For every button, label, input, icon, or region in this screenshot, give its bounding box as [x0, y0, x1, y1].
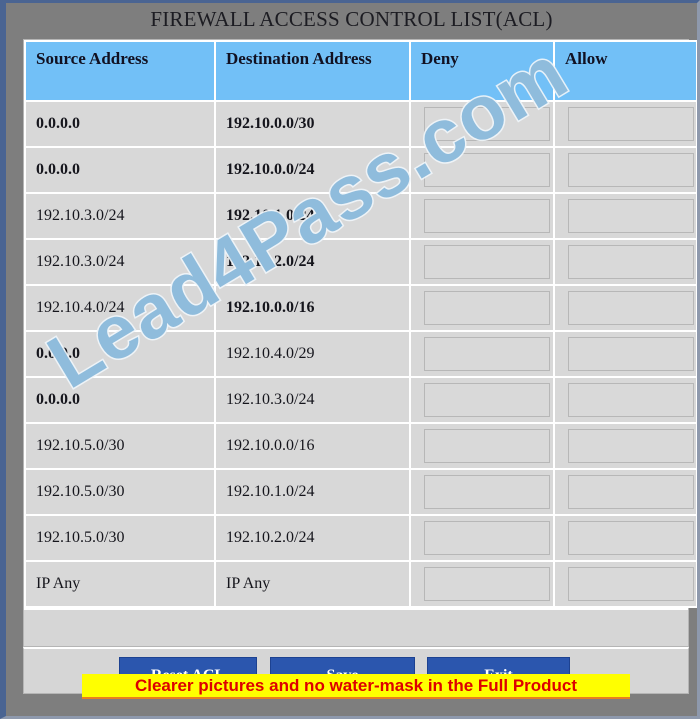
cell-allow — [555, 148, 696, 192]
allow-drop-slot[interactable] — [567, 291, 694, 325]
table-row: 192.10.3.0/24 192.10.1.0/24 — [26, 194, 696, 238]
allow-drop-slot[interactable] — [567, 245, 694, 279]
cell-source-address: 192.10.4.0/24 — [26, 286, 214, 330]
deny-drop-slot[interactable] — [424, 107, 550, 141]
cell-deny — [411, 240, 553, 284]
deny-drop-slot[interactable] — [424, 429, 550, 463]
cell-destination-address: 192.10.0.0/30 — [216, 102, 409, 146]
cell-destination-address: 192.10.3.0/24 — [216, 378, 409, 422]
cell-source-address: 192.10.3.0/24 — [26, 194, 214, 238]
cell-allow — [555, 378, 696, 422]
table-row: IP Any IP Any — [26, 562, 696, 606]
cell-source-address: 192.10.5.0/30 — [26, 470, 214, 514]
deny-drop-slot[interactable] — [424, 475, 550, 509]
deny-drop-slot[interactable] — [424, 199, 550, 233]
cell-destination-address: 192.10.0.0/16 — [216, 286, 409, 330]
cell-deny — [411, 470, 553, 514]
cell-allow — [555, 194, 696, 238]
cell-source-address: 192.10.3.0/24 — [26, 240, 214, 284]
cell-destination-address: 192.10.2.0/24 — [216, 240, 409, 284]
cell-deny — [411, 424, 553, 468]
allow-drop-slot[interactable] — [567, 337, 694, 371]
cell-destination-address: 192.10.0.0/24 — [216, 148, 409, 192]
cell-allow — [555, 516, 696, 560]
cell-deny — [411, 516, 553, 560]
table-header-row: Source Address Destination Address Deny … — [26, 42, 696, 100]
deny-drop-slot[interactable] — [424, 291, 550, 325]
column-header-allow[interactable]: Allow — [555, 42, 696, 100]
cell-source-address: 0.0.0.0 — [26, 378, 214, 422]
deny-drop-slot[interactable] — [424, 245, 550, 279]
table-row: 192.10.5.0/30 192.10.2.0/24 — [26, 516, 696, 560]
deny-drop-slot[interactable] — [424, 521, 550, 555]
allow-drop-slot[interactable] — [567, 521, 694, 555]
table-row: 0.0.0.0 192.10.4.0/29 — [26, 332, 696, 376]
cell-source-address: 0.0.0.0 — [26, 102, 214, 146]
cell-allow — [555, 332, 696, 376]
allow-drop-slot[interactable] — [567, 475, 694, 509]
cell-destination-address: IP Any — [216, 562, 409, 606]
table-row: 0.0.0.0 192.10.0.0/30 — [26, 102, 696, 146]
cell-source-address: 0.0.0.0 — [26, 332, 214, 376]
cell-allow — [555, 286, 696, 330]
table-row: 192.10.3.0/24 192.10.2.0/24 — [26, 240, 696, 284]
cell-deny — [411, 332, 553, 376]
cell-destination-address: 192.10.1.0/24 — [216, 470, 409, 514]
cell-source-address: IP Any — [26, 562, 214, 606]
cell-deny — [411, 194, 553, 238]
table-row: 0.0.0.0 192.10.0.0/24 — [26, 148, 696, 192]
cell-deny — [411, 286, 553, 330]
cell-deny — [411, 102, 553, 146]
table-row: 192.10.5.0/30 192.10.1.0/24 — [26, 470, 696, 514]
allow-drop-slot[interactable] — [567, 153, 694, 187]
deny-drop-slot[interactable] — [424, 153, 550, 187]
acl-table: Source Address Destination Address Deny … — [24, 40, 697, 608]
table-row: 192.10.4.0/24 192.10.0.0/16 — [26, 286, 696, 330]
table-bottom-spacer — [24, 608, 688, 646]
cell-allow — [555, 562, 696, 606]
cell-deny — [411, 562, 553, 606]
cell-allow — [555, 240, 696, 284]
acl-application-window: FIREWALL ACCESS CONTROL LIST(ACL) Source… — [0, 0, 700, 719]
allow-drop-slot[interactable] — [567, 383, 694, 417]
cell-allow — [555, 470, 696, 514]
column-header-source-address[interactable]: Source Address — [26, 42, 214, 100]
cell-allow — [555, 102, 696, 146]
cell-allow — [555, 424, 696, 468]
cell-deny — [411, 148, 553, 192]
allow-drop-slot[interactable] — [567, 567, 694, 601]
allow-drop-slot[interactable] — [567, 107, 694, 141]
cell-source-address: 192.10.5.0/30 — [26, 424, 214, 468]
allow-drop-slot[interactable] — [567, 199, 694, 233]
allow-drop-slot[interactable] — [567, 429, 694, 463]
cell-destination-address: 192.10.0.0/16 — [216, 424, 409, 468]
column-header-deny[interactable]: Deny — [411, 42, 553, 100]
cell-destination-address: 192.10.1.0/24 — [216, 194, 409, 238]
cell-source-address: 192.10.5.0/30 — [26, 516, 214, 560]
cell-destination-address: 192.10.4.0/29 — [216, 332, 409, 376]
table-row: 192.10.5.0/30 192.10.0.0/16 — [26, 424, 696, 468]
table-row: 0.0.0.0 192.10.3.0/24 — [26, 378, 696, 422]
acl-table-body: 0.0.0.0 192.10.0.0/30 0.0.0.0 192.10.0.0/24… — [26, 102, 696, 606]
column-header-destination-address[interactable]: Destination Address — [216, 42, 409, 100]
cell-source-address: 0.0.0.0 — [26, 148, 214, 192]
deny-drop-slot[interactable] — [424, 337, 550, 371]
promo-banner: Clearer pictures and no water-mask in th… — [82, 674, 630, 699]
acl-table-panel: Source Address Destination Address Deny … — [23, 39, 697, 647]
cell-destination-address: 192.10.2.0/24 — [216, 516, 409, 560]
deny-drop-slot[interactable] — [424, 383, 550, 417]
deny-drop-slot[interactable] — [424, 567, 550, 601]
page-title: FIREWALL ACCESS CONTROL LIST(ACL) — [150, 7, 553, 31]
application-frame: FIREWALL ACCESS CONTROL LIST(ACL) Source… — [6, 3, 697, 716]
cell-deny — [411, 378, 553, 422]
